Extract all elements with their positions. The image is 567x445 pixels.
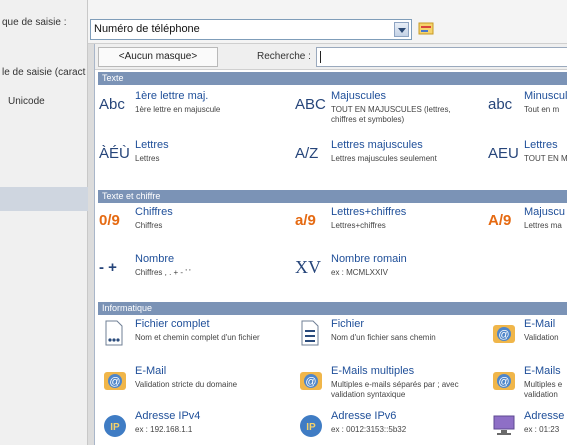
- chevron-down-icon[interactable]: [394, 22, 409, 37]
- mask-item-title: Adresse IPv4: [135, 410, 201, 422]
- mask-item-title: Fichier complet: [135, 318, 210, 330]
- mask-item-title: Nombre romain: [331, 253, 407, 265]
- mask-item-title: Adresse: [524, 410, 565, 422]
- search-input[interactable]: [316, 47, 567, 67]
- mask-item-desc: ex : 01:23: [524, 425, 560, 434]
- mask-item-title: E-Mail: [135, 365, 167, 377]
- mask-item-desc: ex : 0012:3153::5b32: [331, 425, 407, 434]
- mask-item-desc: Validation stricte du domaine: [135, 380, 238, 389]
- number-sign-icon: - +: [99, 259, 117, 276]
- mask-item-desc: Lettres: [135, 154, 160, 163]
- svg-text:IP: IP: [306, 422, 316, 433]
- svg-text:@: @: [109, 376, 120, 388]
- mask-item-desc: ex : 192.168.1.1: [135, 425, 193, 434]
- mask-item-title: 1ère lettre maj.: [135, 90, 209, 102]
- section-header-informatique: Informatique: [98, 302, 567, 315]
- mask-item-desc: Lettres majuscules seulement: [331, 154, 437, 163]
- alnum-icon: a/9: [295, 212, 316, 229]
- svg-text:IP: IP: [110, 422, 120, 433]
- mask-item-desc: TOUT EN M: [524, 154, 567, 163]
- mask-item-desc: Multiples e-mails séparés par ; avec: [331, 380, 459, 389]
- file-dots-icon: [105, 320, 123, 346]
- mask-combo[interactable]: Numéro de téléphone: [90, 19, 412, 40]
- mask-item-desc: Lettres+chiffres: [331, 221, 386, 230]
- mask-item-title: Majuscu: [524, 206, 565, 218]
- letters-icon: ÀÉÙ: [99, 145, 130, 162]
- no-mask-button[interactable]: <Aucun masque>: [98, 47, 218, 67]
- mask-item-desc: 1ère lettre en majuscule: [135, 105, 221, 114]
- mask-item-desc: Tout en m: [524, 105, 560, 114]
- lowercase-icon: abc: [488, 96, 513, 113]
- at-icon: @: [493, 372, 515, 390]
- mask-combo-value: Numéro de téléphone: [94, 23, 200, 35]
- unicode-label: Unicode: [8, 96, 45, 107]
- properties-panel: que de saisie : le de saisie (caract Uni…: [0, 0, 88, 445]
- mask-popup: <Aucun masque> Recherche : Texte Abc 1èr…: [94, 44, 567, 445]
- selected-row[interactable]: [0, 187, 88, 211]
- mask-item-title: Chiffres: [135, 206, 173, 218]
- mask-label: que de saisie :: [2, 17, 67, 28]
- mask-item-desc: Multiples e: [524, 380, 563, 389]
- mask-item-title: Lettres+chiffres: [331, 206, 407, 218]
- svg-text:@: @: [498, 376, 509, 388]
- mask-item-title: E-Mails multiples: [331, 365, 415, 377]
- mask-editor-icon[interactable]: [418, 21, 436, 37]
- at-icon: @: [300, 372, 322, 390]
- mask-item-desc: Chiffres , . + - ' ': [135, 268, 191, 277]
- mask-item-desc: Chiffres: [135, 221, 163, 230]
- combo-strip: Numéro de téléphone: [88, 0, 567, 44]
- mask-item-desc: ex : MCMLXXIV: [331, 268, 388, 277]
- mask-item-desc: validation: [524, 390, 558, 399]
- aeu-icon: AEU: [488, 145, 519, 162]
- mask-item-desc: TOUT EN MAJUSCULES (lettres,: [331, 105, 451, 114]
- mask-item-title: Adresse IPv6: [331, 410, 397, 422]
- mask-item-title: Majuscules: [331, 90, 387, 102]
- roman-numeral-icon: XV: [295, 257, 321, 277]
- mask-item-desc: Validation: [524, 333, 559, 342]
- ip-icon: IP: [300, 415, 322, 437]
- search-label: Recherche :: [257, 51, 311, 62]
- mask-item-desc: chiffres et symboles): [331, 115, 405, 124]
- mask-item-title: Lettres: [135, 139, 169, 151]
- input-type-label: le de saisie (caract: [2, 67, 86, 78]
- mask-item-title: E-Mail: [524, 318, 556, 330]
- file-lines-icon: [301, 320, 319, 346]
- mac-icon: [493, 415, 515, 435]
- mask-item-desc: validation syntaxique: [331, 390, 406, 399]
- uppercase-icon: ABC: [295, 96, 326, 113]
- mask-item-desc: Nom et chemin complet d'un fichier: [135, 333, 260, 342]
- mask-item-title: Lettres: [524, 139, 558, 151]
- ip-icon: IP: [104, 415, 126, 437]
- mask-item-title: E-Mails: [524, 365, 561, 377]
- az-icon: A/Z: [295, 145, 319, 162]
- upper-alnum-icon: A/9: [488, 212, 512, 229]
- mask-item-title: Lettres majuscules: [331, 139, 423, 151]
- section-header-texte-chiffre: Texte et chiffre: [98, 190, 567, 203]
- digits-icon: 0/9: [99, 212, 120, 229]
- mask-item-title: Fichier: [331, 318, 365, 330]
- at-icon: @: [104, 372, 126, 390]
- text-caret: [320, 51, 321, 63]
- mask-item-desc: Nom d'un fichier sans chemin: [331, 333, 436, 342]
- popup-toolbar: <Aucun masque> Recherche :: [95, 44, 567, 70]
- at-icon: @: [493, 325, 515, 343]
- mask-item-title: Nombre: [135, 253, 175, 265]
- svg-text:@: @: [305, 376, 316, 388]
- section-header-texte: Texte: [98, 72, 567, 85]
- mask-item-title: Minuscul: [524, 90, 567, 102]
- capitalize-icon: Abc: [99, 96, 125, 113]
- svg-text:@: @: [498, 329, 509, 341]
- mask-item-desc: Lettres ma: [524, 221, 562, 230]
